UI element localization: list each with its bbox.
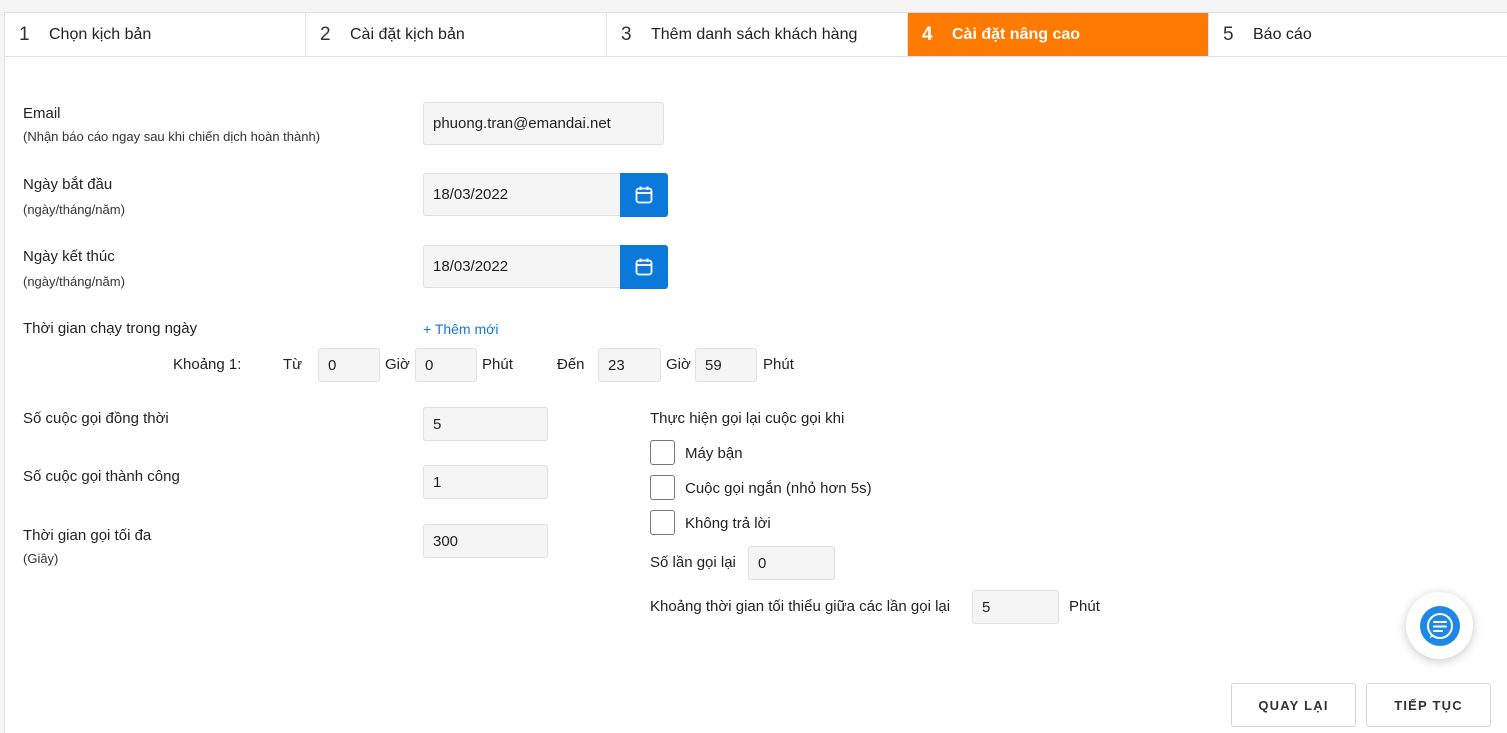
minute-unit: Phút: [482, 356, 513, 373]
step-label: Báo cáo: [1253, 25, 1312, 43]
max-call-time-input[interactable]: 300: [423, 524, 548, 558]
interval-label: Khoảng 1:: [173, 356, 242, 373]
end-date-label: Ngày kết thúc: [23, 248, 115, 265]
end-date-field[interactable]: 18/03/2022: [423, 245, 621, 288]
recall-short-call-label: Cuộc gọi ngắn (nhỏ hơn 5s): [685, 480, 872, 497]
end-date-calendar-button[interactable]: [620, 245, 668, 289]
step-number: 4: [922, 23, 933, 45]
start-date-field[interactable]: 18/03/2022: [423, 173, 621, 216]
calendar-icon: [635, 186, 653, 204]
step-label: Cài đặt kịch bản: [350, 25, 465, 43]
chat-button[interactable]: [1406, 592, 1473, 659]
main-panel: 1 Chọn kịch bản 2 Cài đặt kịch bản 3 Thê…: [4, 12, 1507, 733]
step-advanced-settings[interactable]: 4 Cài đặt nâng cao: [908, 13, 1209, 56]
step-number: 1: [19, 23, 30, 45]
step-number: 2: [320, 23, 331, 45]
step-add-customers[interactable]: 3 Thêm danh sách khách hàng: [607, 13, 908, 56]
step-number: 5: [1223, 23, 1234, 45]
concurrent-calls-input[interactable]: 5: [423, 407, 548, 441]
start-date-calendar-button[interactable]: [620, 173, 668, 217]
step-number: 3: [621, 23, 632, 45]
stepper: 1 Chọn kịch bản 2 Cài đặt kịch bản 3 Thê…: [5, 13, 1507, 57]
recall-count-input[interactable]: 0: [748, 546, 835, 580]
chat-icon: [1419, 605, 1460, 646]
recall-busy-checkbox[interactable]: [650, 440, 675, 465]
next-button[interactable]: TIẾP TỤC: [1366, 683, 1491, 727]
recall-count-label: Số lần gọi lại: [650, 554, 736, 571]
from-hour-input[interactable]: 0: [318, 348, 380, 382]
from-minute-input[interactable]: 0: [415, 348, 477, 382]
recall-no-answer-label: Không trả lời: [685, 515, 771, 532]
recall-gap-input[interactable]: 5: [972, 590, 1059, 624]
to-hour-input[interactable]: 23: [598, 348, 661, 382]
step-select-script[interactable]: 1 Chọn kịch bản: [5, 13, 306, 56]
step-script-settings[interactable]: 2 Cài đặt kịch bản: [306, 13, 607, 56]
max-call-time-sublabel: (Giây): [23, 551, 59, 566]
hour-unit: Giờ: [666, 356, 691, 373]
end-date-sublabel: (ngày/tháng/năm): [23, 274, 125, 289]
recall-short-call-checkbox[interactable]: [650, 475, 675, 500]
start-date-label: Ngày bắt đầu: [23, 176, 113, 193]
max-call-time-label: Thời gian gọi tối đa: [23, 527, 152, 544]
interval-from-label: Từ: [283, 356, 303, 373]
recall-no-answer-checkbox[interactable]: [650, 510, 675, 535]
email-field[interactable]: phuong.tran@emandai.net: [423, 102, 664, 145]
recall-title: Thực hiện gọi lại cuộc gọi khi: [650, 410, 845, 427]
minute-unit: Phút: [763, 356, 794, 373]
success-calls-label: Số cuộc gọi thành công: [23, 468, 180, 485]
runtime-label: Thời gian chạy trong ngày: [23, 320, 198, 337]
back-button[interactable]: QUAY LẠI: [1231, 683, 1356, 727]
to-minute-input[interactable]: 59: [695, 348, 757, 382]
step-report[interactable]: 5 Báo cáo: [1209, 13, 1507, 56]
concurrent-calls-label: Số cuộc gọi đồng thời: [23, 410, 169, 427]
start-date-sublabel: (ngày/tháng/năm): [23, 202, 125, 217]
hour-unit: Giờ: [385, 356, 410, 373]
step-label: Chọn kịch bản: [49, 25, 152, 43]
email-label: Email: [23, 105, 61, 122]
recall-gap-label: Khoảng thời gian tối thiểu giữa các lần …: [650, 598, 951, 615]
add-interval-link[interactable]: + Thêm mới: [423, 321, 498, 337]
interval-to-label: Đến: [557, 356, 585, 373]
step-label: Cài đặt nâng cao: [952, 25, 1081, 43]
step-label: Thêm danh sách khách hàng: [651, 25, 858, 43]
success-calls-input[interactable]: 1: [423, 465, 548, 499]
recall-busy-label: Máy bận: [685, 445, 743, 462]
calendar-icon: [635, 258, 653, 276]
recall-gap-unit: Phút: [1069, 598, 1100, 615]
email-sublabel: (Nhận báo cáo ngay sau khi chiến dịch ho…: [23, 129, 321, 144]
